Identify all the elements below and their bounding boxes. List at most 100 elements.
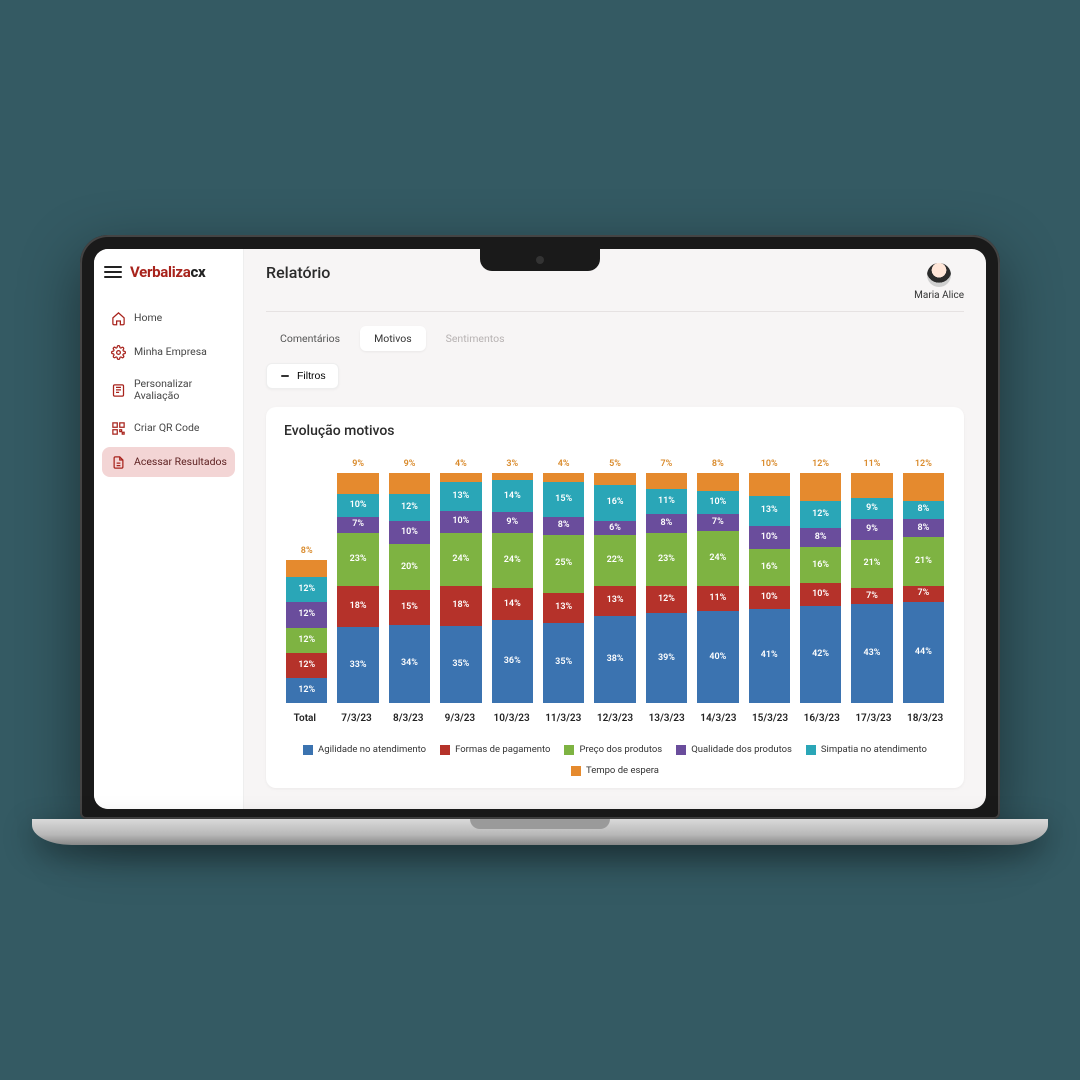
bar-segment: 13% bbox=[440, 482, 481, 511]
bar-segment: 11% bbox=[697, 586, 738, 611]
bar-segment: 12% bbox=[389, 494, 430, 522]
app-root: Verbalizacx Home Minha Empresa Personaliza… bbox=[94, 249, 986, 809]
bar-segment: 10% bbox=[800, 583, 841, 606]
x-tick-label: 15/3/23 bbox=[749, 707, 791, 724]
brand-row: Verbalizacx bbox=[102, 259, 235, 295]
logo-word-a: Verbaliza bbox=[130, 263, 190, 281]
bar-segment: 12% bbox=[286, 602, 327, 627]
bar-column: 33%18%23%7%10%9% bbox=[337, 473, 378, 703]
bar-column: 36%14%24%9%14%3% bbox=[492, 473, 533, 703]
legend-label: Agilidade no atendimento bbox=[318, 744, 426, 755]
user-chip[interactable]: Maria Alice bbox=[914, 263, 964, 301]
sidebar-icon bbox=[110, 344, 126, 360]
menu-toggle-icon[interactable] bbox=[104, 266, 122, 278]
legend-swatch bbox=[303, 745, 313, 755]
bar-segment bbox=[851, 473, 892, 498]
sidebar-item-1[interactable]: Minha Empresa bbox=[102, 337, 235, 367]
laptop-base bbox=[32, 819, 1048, 845]
bar-stack: 35%13%25%8%15%4% bbox=[543, 473, 584, 703]
bar-segment: 42% bbox=[800, 606, 841, 703]
sidebar-icon bbox=[110, 310, 126, 326]
bar-segment: 12% bbox=[286, 628, 327, 653]
bar-segment: 34% bbox=[389, 625, 430, 703]
bar-segment bbox=[697, 473, 738, 491]
bar-segment bbox=[749, 473, 790, 496]
legend-item: Simpatia no atendimento bbox=[806, 744, 927, 755]
bar-segment: 13% bbox=[543, 593, 584, 623]
bar-segment: 8% bbox=[646, 514, 687, 532]
bar-segment bbox=[800, 473, 841, 501]
legend: Agilidade no atendimento Formas de pagame… bbox=[284, 738, 946, 778]
bar-stack: 44%7%21%8%8%12% bbox=[903, 473, 944, 703]
bar-column: 35%18%24%10%13%4% bbox=[440, 473, 481, 703]
bar-top-label: 10% bbox=[749, 459, 790, 469]
sidebar-icon bbox=[110, 382, 126, 398]
bar-segment: 13% bbox=[749, 496, 790, 526]
sidebar-item-4[interactable]: Acessar Resultados bbox=[102, 447, 235, 477]
tab-comentários[interactable]: Comentários bbox=[266, 326, 354, 351]
bar-segment: 33% bbox=[337, 627, 378, 703]
bar-segment: 39% bbox=[646, 613, 687, 703]
bar-stack: 43%7%21%9%9%11% bbox=[851, 473, 892, 703]
bar-segment bbox=[903, 473, 944, 501]
tabs: ComentáriosMotivosSentimentos bbox=[266, 326, 964, 351]
bar-segment: 7% bbox=[697, 514, 738, 530]
bar-segment: 35% bbox=[440, 626, 481, 703]
bar-top-label: 3% bbox=[492, 459, 533, 469]
legend-item: Tempo de espera bbox=[571, 765, 659, 776]
bar-segment: 24% bbox=[440, 533, 481, 586]
legend-swatch bbox=[806, 745, 816, 755]
legend-item: Qualidade dos produtos bbox=[676, 744, 792, 755]
x-tick-label: 9/3/23 bbox=[439, 707, 481, 724]
x-tick-label: 11/3/23 bbox=[542, 707, 584, 724]
logo-word-b: cx bbox=[190, 263, 205, 281]
bar-segment: 12% bbox=[646, 586, 687, 614]
tab-sentimentos[interactable]: Sentimentos bbox=[432, 326, 519, 351]
bar-segment: 21% bbox=[903, 537, 944, 585]
legend-label: Tempo de espera bbox=[586, 765, 659, 776]
filters-label: Filtros bbox=[297, 370, 326, 382]
bar-segment: 9% bbox=[492, 512, 533, 533]
legend-item: Formas de pagamento bbox=[440, 744, 550, 755]
stacked-bar-chart: 12%12%12%12%12%8%33%18%23%7%10%9%34%15%2… bbox=[284, 453, 946, 703]
bar-segment: 43% bbox=[851, 604, 892, 703]
legend-swatch bbox=[564, 745, 574, 755]
tab-motivos[interactable]: Motivos bbox=[360, 326, 426, 351]
sidebar-item-2[interactable]: Personalizar Avaliação bbox=[102, 371, 235, 409]
sidebar-item-3[interactable]: Criar QR Code bbox=[102, 413, 235, 443]
x-tick-label: 8/3/23 bbox=[387, 707, 429, 724]
bar-top-label: 4% bbox=[440, 459, 481, 469]
bar-segment: 24% bbox=[492, 533, 533, 588]
bar-column: 40%11%24%7%10%8% bbox=[697, 473, 738, 703]
laptop-notch bbox=[480, 249, 600, 271]
bar-column: 34%15%20%10%12%9% bbox=[389, 473, 430, 703]
bar-stack: 34%15%20%10%12%9% bbox=[389, 473, 430, 703]
sidebar-item-label: Acessar Resultados bbox=[134, 456, 227, 468]
bar-segment: 6% bbox=[594, 521, 635, 535]
bar-stack: 33%18%23%7%10%9% bbox=[337, 473, 378, 703]
legend-label: Qualidade dos produtos bbox=[691, 744, 792, 755]
bar-segment: 13% bbox=[594, 586, 635, 616]
bar-top-label: 12% bbox=[800, 459, 841, 469]
x-tick-label: 16/3/23 bbox=[801, 707, 843, 724]
bar-column: 42%10%16%8%12%12% bbox=[800, 473, 841, 703]
bar-segment: 7% bbox=[337, 517, 378, 533]
legend-label: Simpatia no atendimento bbox=[821, 744, 927, 755]
laptop-mockup: Verbalizacx Home Minha Empresa Personaliza… bbox=[80, 235, 1000, 845]
bar-column: 38%13%22%6%16%5% bbox=[594, 473, 635, 703]
bar-top-label: 4% bbox=[543, 459, 584, 469]
x-tick-label: 13/3/23 bbox=[646, 707, 688, 724]
x-axis: Total7/3/238/3/239/3/2310/3/2311/3/2312/… bbox=[284, 707, 946, 724]
legend-label: Preço dos produtos bbox=[579, 744, 662, 755]
bar-segment: 10% bbox=[440, 511, 481, 533]
bar-segment bbox=[337, 473, 378, 494]
bar-top-label: 8% bbox=[286, 546, 327, 556]
sidebar-item-0[interactable]: Home bbox=[102, 303, 235, 333]
bar-column: 44%7%21%8%8%12% bbox=[903, 473, 944, 703]
bar-segment: 7% bbox=[851, 588, 892, 604]
topbar: Relatório Maria Alice bbox=[266, 263, 964, 312]
bar-segment: 11% bbox=[646, 489, 687, 514]
bar-segment bbox=[646, 473, 687, 489]
bar-segment: 10% bbox=[749, 526, 790, 549]
filters-button[interactable]: Filtros bbox=[266, 363, 339, 389]
